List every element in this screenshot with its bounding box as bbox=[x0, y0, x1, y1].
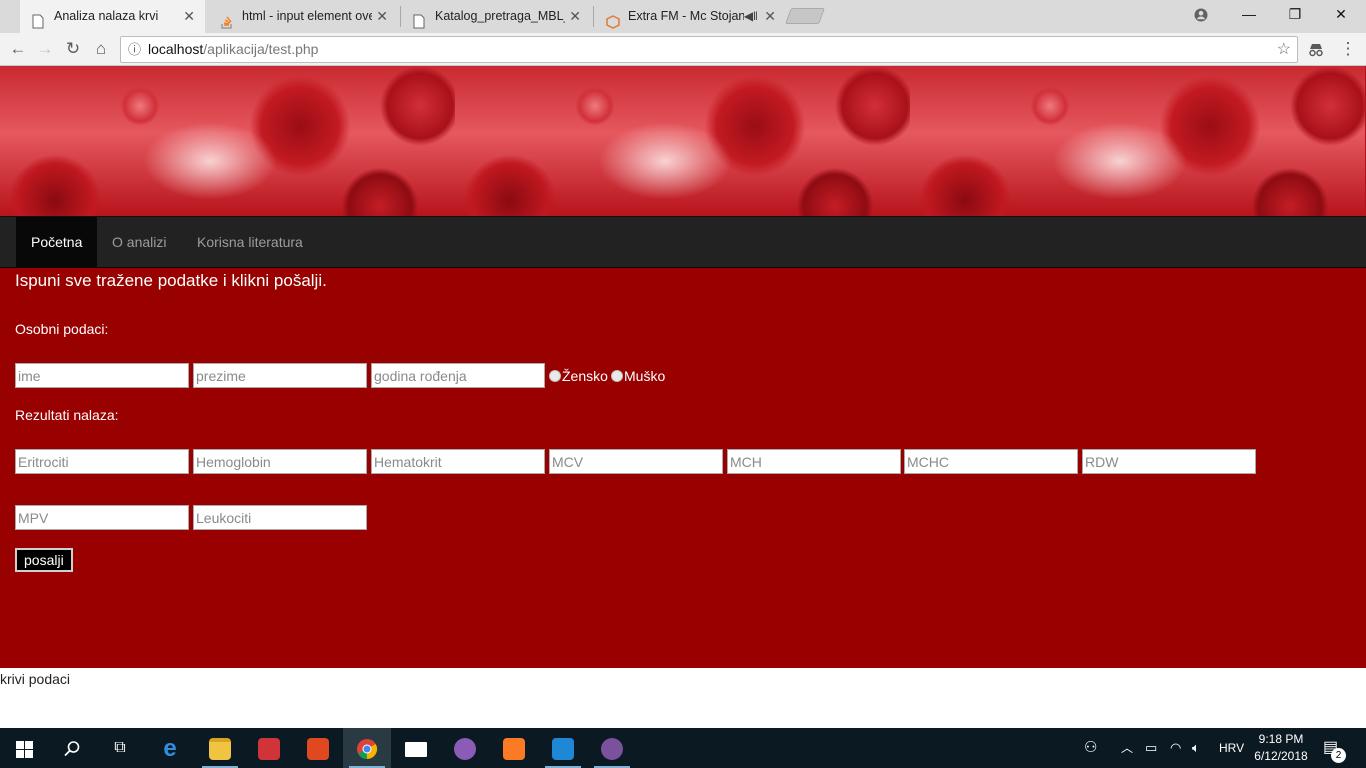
tab-extrafm[interactable]: Extra FM - Mc Stojan ◀ǁ ✕ bbox=[594, 0, 786, 33]
search-icon[interactable] bbox=[48, 728, 96, 768]
audio-playing-icon[interactable]: ◀ǁ bbox=[744, 0, 758, 33]
reader-app-icon[interactable] bbox=[245, 728, 293, 768]
personal-data-heading: Osobni podaci: bbox=[15, 321, 109, 337]
github-desktop-icon[interactable] bbox=[441, 728, 489, 768]
windows-taskbar: ⧉ e ⚇ ︿ ▭ ◠ 🔈︎ HRV 9:18 PM 6/12/2018 ▤ 2 bbox=[0, 728, 1366, 768]
error-message: krivi podaci bbox=[0, 671, 71, 687]
close-window-button[interactable]: ✕ bbox=[1318, 0, 1364, 28]
male-radio[interactable] bbox=[611, 370, 623, 382]
banner-image bbox=[910, 66, 1365, 216]
xampp-icon[interactable] bbox=[490, 728, 538, 768]
tab-strip: Analiza nalaza krvi ✕ html - input eleme… bbox=[0, 0, 1366, 33]
nav-item-pocetna[interactable]: Početna bbox=[16, 217, 98, 267]
start-button[interactable] bbox=[0, 728, 48, 768]
gender-male-option[interactable]: Muško bbox=[611, 367, 665, 385]
banner-image bbox=[0, 66, 455, 216]
tab-katalog[interactable]: Katalog_pretraga_MBL_Sa ✕ bbox=[401, 0, 591, 33]
clock-time: 9:18 PM bbox=[1258, 732, 1304, 746]
clock[interactable]: 9:18 PM 6/12/2018 bbox=[1250, 731, 1312, 765]
reload-icon[interactable]: ↻ bbox=[61, 37, 85, 61]
form-instruction: Ispuni sve tražene podatke i klikni poša… bbox=[15, 271, 327, 290]
app-icon-red[interactable] bbox=[294, 728, 342, 768]
address-bar[interactable]: ⓘ localhost/aplikacija/test.php ☆ bbox=[120, 36, 1298, 63]
results-heading: Rezultati nalaza: bbox=[15, 407, 119, 423]
mch-input[interactable] bbox=[727, 449, 901, 474]
mcv-input[interactable] bbox=[549, 449, 723, 474]
female-label: Žensko bbox=[562, 368, 608, 384]
incognito-extension-icon[interactable] bbox=[1304, 37, 1328, 61]
people-icon[interactable]: ⚇ bbox=[1084, 728, 1097, 768]
close-tab-icon[interactable]: ✕ bbox=[764, 0, 776, 33]
hemoglobin-input[interactable] bbox=[193, 449, 367, 474]
browser-toolbar: ← → ↻ ⌂ ⓘ localhost/aplikacija/test.php … bbox=[0, 33, 1366, 66]
form-section: Ispuni sve tražene podatke i klikni poša… bbox=[0, 268, 1366, 668]
profile-icon[interactable] bbox=[1178, 0, 1224, 28]
edge-icon[interactable]: e bbox=[146, 728, 194, 768]
battery-icon[interactable]: ▭ bbox=[1145, 728, 1157, 768]
new-tab-button[interactable] bbox=[785, 8, 825, 24]
mchc-input[interactable] bbox=[904, 449, 1078, 474]
home-icon[interactable]: ⌂ bbox=[89, 37, 113, 61]
hematokrit-input[interactable] bbox=[371, 449, 545, 474]
viber-icon[interactable] bbox=[588, 728, 636, 768]
menu-dots-icon[interactable]: ⋮ bbox=[1336, 37, 1360, 61]
close-tab-icon[interactable]: ✕ bbox=[376, 0, 388, 33]
address-url: localhost/aplikacija/test.php bbox=[148, 41, 319, 57]
gender-female-option[interactable]: Žensko bbox=[549, 367, 608, 385]
last-name-input[interactable] bbox=[193, 363, 367, 388]
banner-image bbox=[455, 66, 910, 216]
leukociti-input[interactable] bbox=[193, 505, 367, 530]
bookmark-star-icon[interactable]: ☆ bbox=[1277, 37, 1291, 62]
chrome-icon[interactable] bbox=[343, 728, 391, 768]
wifi-icon[interactable]: ◠ bbox=[1170, 728, 1181, 768]
show-hidden-icons-chevron[interactable]: ︿ bbox=[1121, 728, 1133, 768]
mail-icon[interactable] bbox=[392, 728, 440, 768]
rdw-input[interactable] bbox=[1082, 449, 1256, 474]
blood-cells-banner bbox=[0, 66, 1366, 216]
clock-date: 6/12/2018 bbox=[1254, 749, 1308, 763]
volume-icon[interactable]: 🔈︎ bbox=[1192, 728, 1200, 768]
restore-button[interactable]: ❐ bbox=[1272, 0, 1318, 28]
web-page: Početna O analizi Korisna literatura Isp… bbox=[0, 66, 1366, 728]
forward-arrow-icon[interactable]: → bbox=[33, 37, 57, 61]
page-icon bbox=[32, 9, 46, 29]
tab-stackoverflow[interactable]: html - input element ove ✕ bbox=[208, 0, 398, 33]
main-navbar: Početna O analizi Korisna literatura bbox=[0, 216, 1366, 268]
extrafm-icon bbox=[606, 9, 620, 29]
close-tab-icon[interactable]: ✕ bbox=[183, 0, 195, 33]
info-icon[interactable]: ⓘ bbox=[128, 37, 141, 62]
stackoverflow-icon bbox=[220, 9, 234, 29]
file-explorer-icon[interactable] bbox=[196, 728, 244, 768]
vscode-icon[interactable] bbox=[539, 728, 587, 768]
nav-item-o-analizi[interactable]: O analizi bbox=[97, 217, 181, 267]
back-arrow-icon[interactable]: ← bbox=[6, 37, 30, 61]
submit-button[interactable]: posalji bbox=[15, 548, 73, 572]
nav-item-korisna-literatura[interactable]: Korisna literatura bbox=[182, 217, 318, 267]
first-name-input[interactable] bbox=[15, 363, 189, 388]
notification-count-badge: 2 bbox=[1331, 748, 1346, 763]
page-icon bbox=[413, 9, 427, 29]
female-radio[interactable] bbox=[549, 370, 561, 382]
male-label: Muško bbox=[624, 368, 666, 384]
close-tab-icon[interactable]: ✕ bbox=[569, 0, 581, 33]
eritrociti-input[interactable] bbox=[15, 449, 189, 474]
tab-analiza[interactable]: Analiza nalaza krvi ✕ bbox=[20, 0, 205, 33]
language-indicator[interactable]: HRV bbox=[1219, 728, 1244, 768]
task-view-icon[interactable]: ⧉ bbox=[96, 728, 144, 768]
mpv-input[interactable] bbox=[15, 505, 189, 530]
minimize-button[interactable]: — bbox=[1226, 0, 1272, 28]
birth-year-input[interactable] bbox=[371, 363, 545, 388]
windows-logo-icon bbox=[15, 740, 33, 758]
